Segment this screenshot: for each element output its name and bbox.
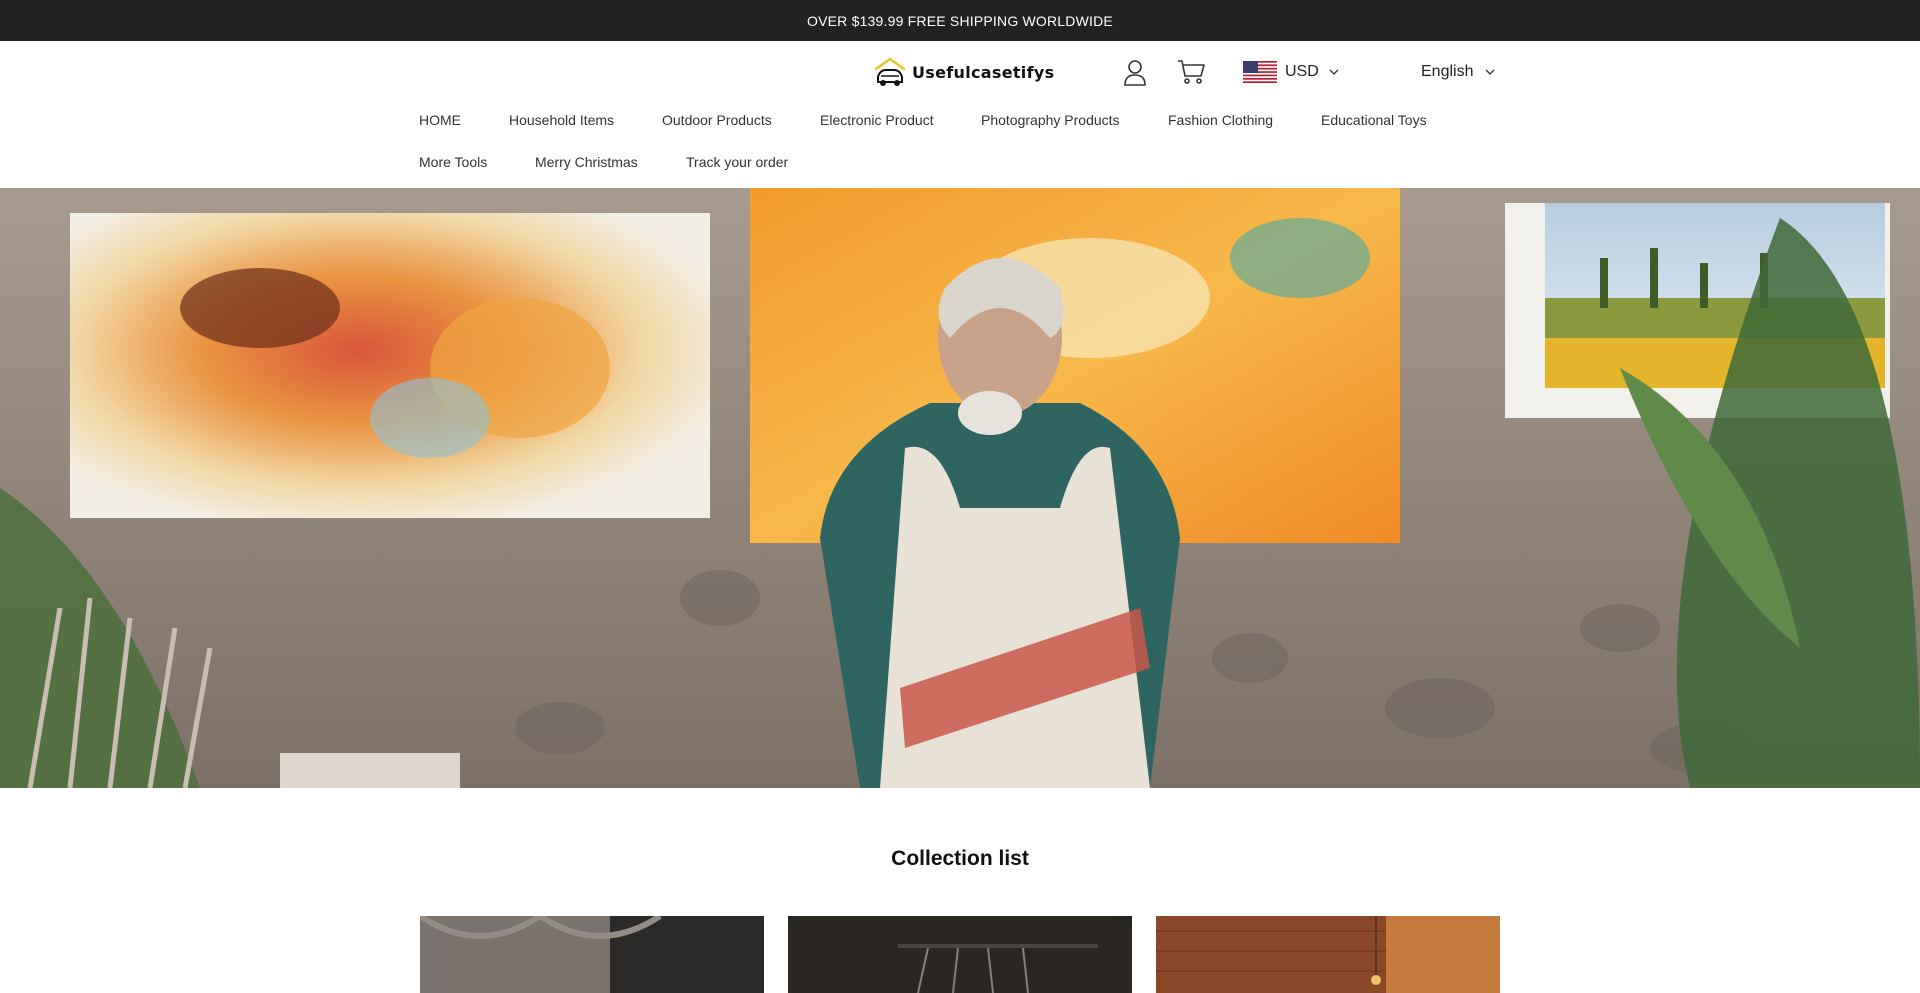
announcement-text: OVER $139.99 FREE SHIPPING WORLDWIDE: [807, 12, 1113, 29]
nav-item-merry-christmas[interactable]: Merry Christmas: [535, 154, 638, 170]
site-logo[interactable]: Usefulcasetifys: [872, 55, 1054, 89]
account-icon[interactable]: [1121, 57, 1149, 87]
nav-item-home[interactable]: HOME: [419, 112, 461, 128]
hero-image: [0, 188, 1920, 788]
nav-item-photography-products[interactable]: Photography Products: [981, 112, 1120, 128]
language-label: English: [1421, 63, 1474, 80]
language-selector[interactable]: English: [1421, 58, 1497, 86]
collection-card-image: [420, 916, 764, 993]
chevron-down-icon: [1327, 65, 1341, 79]
collection-title: Collection list: [891, 847, 1029, 870]
us-flag-icon: [1243, 61, 1277, 83]
main-nav: HOME Household Items Outdoor Products El…: [0, 104, 1920, 188]
logo-car-icon: [874, 57, 906, 86]
nav-item-more-tools[interactable]: More Tools: [419, 154, 487, 170]
chevron-down-icon: [1483, 65, 1497, 79]
site-header: Usefulcasetifys USD English: [0, 41, 1920, 104]
currency-selector[interactable]: USD: [1243, 58, 1341, 86]
collection-card[interactable]: [420, 916, 764, 993]
collection-card-image: [788, 916, 1132, 993]
nav-item-track-order[interactable]: Track your order: [686, 154, 788, 170]
nav-item-electronic-product[interactable]: Electronic Product: [820, 112, 934, 128]
collection-card-image: [1156, 916, 1500, 993]
nav-item-fashion-clothing[interactable]: Fashion Clothing: [1168, 112, 1273, 128]
nav-item-outdoor-products[interactable]: Outdoor Products: [662, 112, 772, 128]
announcement-bar: OVER $139.99 FREE SHIPPING WORLDWIDE: [0, 0, 1920, 41]
hero-banner[interactable]: [0, 188, 1920, 788]
currency-code: USD: [1285, 63, 1319, 80]
collection-card[interactable]: [788, 916, 1132, 993]
nav-item-household-items[interactable]: Household Items: [509, 112, 614, 128]
collection-card[interactable]: [1156, 916, 1500, 993]
cart-icon[interactable]: [1176, 57, 1206, 87]
nav-item-educational-toys[interactable]: Educational Toys: [1321, 112, 1427, 128]
logo-text: Usefulcasetifys: [912, 62, 1055, 82]
